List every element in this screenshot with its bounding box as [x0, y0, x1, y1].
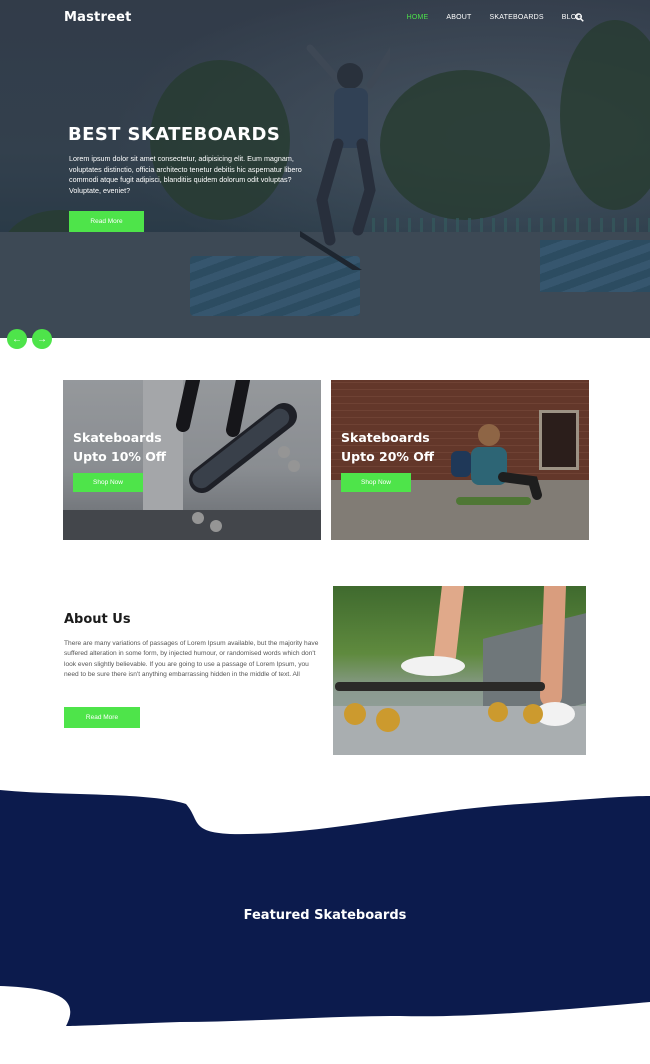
hero-read-more-button[interactable]: Read More [69, 211, 144, 232]
shop-now-button[interactable]: Shop Now [341, 473, 411, 492]
promo-title-line: Skateboards [73, 430, 162, 445]
slider-prev-button[interactable]: ← [7, 329, 27, 349]
shop-now-button[interactable]: Shop Now [73, 473, 143, 492]
skateboard-legs-image [335, 586, 575, 732]
nav-menu: HOME ABOUT SKATEBOARDS BLOG [407, 14, 582, 21]
about-image [333, 586, 586, 755]
site-logo[interactable]: Mastreet [64, 10, 132, 25]
promo-discount: Upto 20% Off [341, 449, 435, 464]
about-description: There are many variations of passages of… [64, 640, 319, 679]
promo-card[interactable]: Skateboards Upto 10% Off Shop Now [63, 380, 321, 540]
nav-item-about[interactable]: ABOUT [446, 14, 471, 21]
featured-title: Featured Skateboards [243, 908, 407, 923]
nav-item-home[interactable]: HOME [407, 14, 429, 21]
hero-title: BEST SKATEBOARDS [68, 124, 281, 145]
hero-description: Lorem ipsum dolor sit amet consectetur, … [69, 154, 302, 195]
arrow-left-icon: ← [12, 333, 22, 345]
promo-title-line: Skateboards [341, 430, 430, 445]
promo-title: Skateboards Upto 10% Off [73, 428, 166, 466]
search-icon[interactable] [575, 13, 584, 22]
top-navbar: Mastreet HOME ABOUT SKATEBOARDS BLOG [0, 0, 650, 38]
promo-card[interactable]: Skateboards Upto 20% Off Shop Now [331, 380, 589, 540]
promo-title: Skateboards Upto 20% Off [341, 428, 434, 466]
promo-discount: Upto 10% Off [73, 449, 167, 464]
slider-next-button[interactable]: → [32, 329, 52, 349]
about-read-more-button[interactable]: Read More [64, 707, 140, 728]
about-title: About Us [64, 612, 131, 627]
arrow-right-icon: → [37, 333, 47, 345]
featured-section-bg [0, 790, 650, 1026]
nav-item-skateboards[interactable]: SKATEBOARDS [490, 14, 544, 21]
